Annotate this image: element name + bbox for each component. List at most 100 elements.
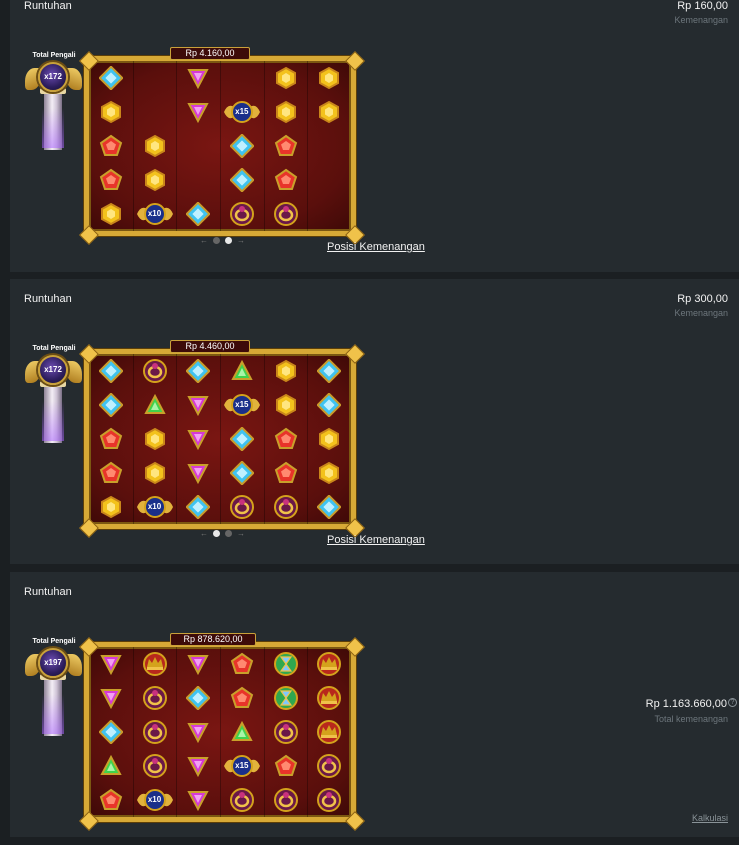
red-gem-icon bbox=[229, 651, 255, 677]
yellow-gem-icon bbox=[273, 392, 299, 418]
multiplier-symbol-icon: x10 bbox=[135, 494, 175, 520]
multiplier-value: x10 bbox=[147, 795, 162, 804]
ring-gem-icon bbox=[316, 787, 342, 813]
green-gem-icon bbox=[98, 753, 124, 779]
pager-dot[interactable] bbox=[225, 530, 232, 537]
ring-gem-icon bbox=[142, 719, 168, 745]
reel-separator bbox=[132, 354, 134, 524]
blue-gem-icon bbox=[185, 494, 211, 520]
hourglass-gem-icon bbox=[273, 685, 299, 711]
blue-gem-icon bbox=[229, 167, 255, 193]
purple-gem-icon bbox=[185, 787, 211, 813]
purple-gem-icon bbox=[185, 460, 211, 486]
pager-dot-active[interactable] bbox=[225, 237, 232, 244]
yellow-gem-icon bbox=[142, 133, 168, 159]
pager-prev-arrow[interactable]: ← bbox=[200, 529, 208, 538]
ring-gem-icon bbox=[229, 787, 255, 813]
board-corner-ornament bbox=[79, 225, 99, 245]
green-gem-icon bbox=[229, 719, 255, 745]
wing-right-icon bbox=[66, 68, 82, 90]
blue-gem-icon bbox=[316, 358, 342, 384]
total-win-amount: Rp 1.163.660,00? bbox=[646, 698, 737, 710]
yellow-gem-icon bbox=[142, 460, 168, 486]
tumble-card-1: Runtuhan Rp 160,00 Kemenangan Total Peng… bbox=[10, 0, 739, 272]
card-title: Runtuhan bbox=[24, 586, 72, 598]
multiplier-symbol-icon: x15 bbox=[222, 99, 262, 125]
empty-gem-icon bbox=[316, 201, 342, 227]
reel-separator bbox=[132, 647, 134, 817]
ring-gem-icon bbox=[229, 201, 255, 227]
red-gem-icon bbox=[273, 460, 299, 486]
board-win-amount: Rp 4.160,00 bbox=[170, 47, 250, 60]
help-icon[interactable]: ? bbox=[728, 698, 737, 707]
yellow-gem-icon bbox=[316, 460, 342, 486]
purple-gem-icon bbox=[185, 651, 211, 677]
ring-gem-icon bbox=[273, 201, 299, 227]
pillar-glow bbox=[42, 694, 64, 734]
pager-next-arrow[interactable]: → bbox=[237, 529, 245, 538]
ring-gem-icon bbox=[142, 685, 168, 711]
blue-gem-icon bbox=[98, 65, 124, 91]
multiplier-value: x10 bbox=[147, 209, 162, 218]
ring-gem-icon bbox=[229, 494, 255, 520]
win-amount-label: Kemenangan bbox=[674, 308, 728, 318]
ring-gem-icon bbox=[273, 494, 299, 520]
crown-gem-icon bbox=[316, 651, 342, 677]
purple-gem-icon bbox=[185, 392, 211, 418]
reel-separator bbox=[263, 647, 265, 817]
reel-grid: x10 x15 bbox=[79, 344, 365, 538]
winning-positions-link[interactable]: Posisi Kemenangan bbox=[327, 534, 425, 546]
yellow-gem-icon bbox=[273, 65, 299, 91]
crown-gem-icon bbox=[316, 685, 342, 711]
blue-gem-icon bbox=[98, 358, 124, 384]
multiplier-value: x15 bbox=[235, 400, 249, 409]
multiplier-symbol-icon: x10 bbox=[135, 787, 175, 813]
empty-gem-icon bbox=[185, 167, 211, 193]
pager-prev-arrow[interactable]: ← bbox=[200, 236, 208, 245]
card-title: Runtuhan bbox=[24, 0, 72, 12]
purple-gem-icon bbox=[185, 65, 211, 91]
empty-gem-icon bbox=[142, 65, 168, 91]
calculation-link[interactable]: Kalkulasi bbox=[692, 813, 728, 823]
ring-gem-icon bbox=[316, 753, 342, 779]
reel-separator bbox=[220, 61, 221, 231]
pager-next-arrow[interactable]: → bbox=[237, 236, 245, 245]
empty-gem-icon bbox=[229, 65, 255, 91]
yellow-gem-icon bbox=[98, 99, 124, 125]
multiplier-value: x15 bbox=[235, 107, 249, 116]
pager-dot[interactable] bbox=[213, 237, 220, 244]
reel-grid: x10 x15 bbox=[79, 637, 365, 831]
empty-gem-icon bbox=[142, 99, 168, 125]
red-gem-icon bbox=[273, 426, 299, 452]
reel-separator bbox=[263, 61, 265, 231]
board-corner-ornament bbox=[79, 518, 99, 538]
purple-gem-icon bbox=[185, 719, 211, 745]
blue-gem-icon bbox=[98, 392, 124, 418]
yellow-gem-icon bbox=[316, 99, 342, 125]
winning-positions-link[interactable]: Posisi Kemenangan bbox=[327, 241, 425, 253]
purple-gem-icon bbox=[185, 99, 211, 125]
reel-separator bbox=[307, 61, 309, 231]
card-title: Runtuhan bbox=[24, 293, 72, 305]
ring-gem-icon bbox=[142, 358, 168, 384]
board-corner-ornament bbox=[345, 637, 365, 657]
purple-gem-icon bbox=[98, 651, 124, 677]
board-win-amount: Rp 4.460,00 bbox=[170, 340, 250, 353]
purple-gem-icon bbox=[185, 753, 211, 779]
tumble-card-2: Runtuhan Rp 300,00 Kemenangan Total Peng… bbox=[10, 279, 739, 564]
multiplier-value: x15 bbox=[235, 761, 249, 770]
yellow-gem-icon bbox=[142, 426, 168, 452]
pager-dot-active[interactable] bbox=[213, 530, 220, 537]
red-gem-icon bbox=[98, 133, 124, 159]
blue-gem-icon bbox=[185, 201, 211, 227]
red-gem-icon bbox=[273, 167, 299, 193]
multiplier-symbol-icon: x15 bbox=[222, 753, 262, 779]
reel-separator bbox=[220, 354, 221, 524]
hourglass-gem-icon bbox=[273, 651, 299, 677]
pillar-glow bbox=[42, 108, 64, 148]
green-gem-icon bbox=[142, 392, 168, 418]
pillar-multiplier: x172 bbox=[44, 365, 62, 374]
red-gem-icon bbox=[98, 426, 124, 452]
board-pager: ← → bbox=[200, 236, 245, 245]
multiplier-symbol-icon: x15 bbox=[222, 392, 262, 418]
